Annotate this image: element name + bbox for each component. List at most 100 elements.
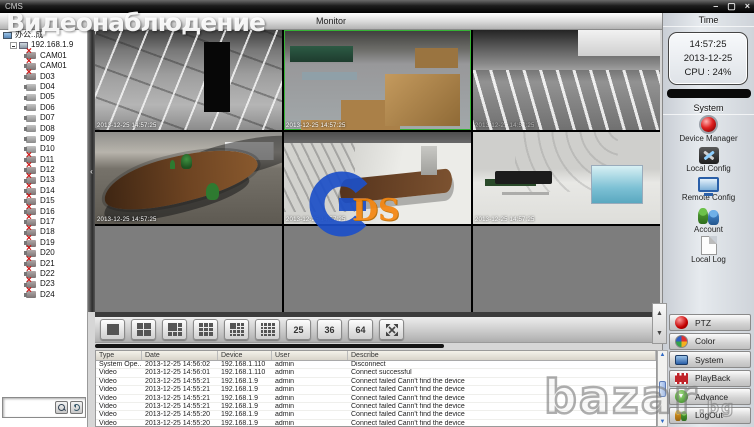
layout-13-button[interactable] — [224, 319, 249, 340]
tree-channel-d21-20[interactable]: D21 — [0, 255, 87, 269]
playback-quick-button[interactable]: PlayBack — [669, 369, 751, 387]
camera-4[interactable]: 2013-12-25 14:57:25 — [95, 132, 282, 224]
log-cell: admin — [275, 369, 295, 377]
tree-channel-d14-13[interactable]: D14 — [0, 182, 87, 196]
layout-6-button[interactable] — [162, 319, 187, 340]
tree-channel-d07-6[interactable]: D07 — [0, 113, 87, 123]
log-row-1[interactable]: System Ope... 2013-12-25 14:56:02 192.168.… — [96, 361, 656, 370]
tree-channel-d19-18[interactable]: D19 — [0, 234, 87, 248]
camera-3[interactable]: 2013-12-25 14:57:25 — [473, 30, 660, 130]
device-manager-button[interactable]: Device Manager — [663, 115, 754, 145]
collapse-expander-icon[interactable] — [10, 42, 17, 50]
color-label: Color — [695, 336, 716, 346]
layout-64-button[interactable]: 64 — [348, 319, 373, 340]
tree-channel-cam01-0[interactable]: CAM01 — [0, 47, 87, 61]
log-column-describe[interactable]: Describe — [348, 351, 656, 360]
camera-5[interactable]: 2013-12-25 14:57:25 — [284, 132, 471, 224]
tree-channel-cam01-1[interactable]: CAM01 — [0, 57, 87, 71]
log-row-2[interactable]: Video 2013-12-25 14:56:01 192.168.1.110 adm… — [96, 369, 656, 378]
local-log-button[interactable]: Local Log — [663, 235, 754, 265]
color-quick-button[interactable]: Color — [669, 332, 751, 350]
tree-channel-d13-12[interactable]: D13 — [0, 172, 87, 185]
log-row-8[interactable]: Video 2013-12-25 14:55:20 192.168.1.9 admin… — [96, 420, 656, 426]
arrow-up-icon[interactable]: ▲ — [656, 310, 663, 317]
tree-channel-d23-22[interactable]: D23 — [0, 276, 87, 289]
search-button[interactable] — [55, 401, 68, 414]
channel-label: D05 — [40, 92, 55, 102]
layout-36-button[interactable]: 36 — [317, 319, 342, 340]
tree-channel-d16-15[interactable]: D16 — [0, 203, 87, 217]
fullscreen-button[interactable] — [379, 319, 404, 340]
log-cell: Video — [99, 369, 117, 377]
tree-channel-d09-8[interactable]: D09 — [0, 134, 87, 144]
system-quick-button[interactable]: System — [669, 351, 751, 368]
close-icon[interactable]: × — [745, 0, 750, 13]
tree-channel-d08-7[interactable]: D08 — [0, 124, 87, 134]
maximize-icon[interactable]: ▢ — [727, 0, 736, 13]
channel-label: D07 — [40, 113, 55, 123]
channel-label: D23 — [40, 279, 55, 289]
tree-channel-d20-19[interactable]: D20 — [0, 244, 87, 258]
sidebar-collapse-handle[interactable]: ‹ — [88, 30, 95, 312]
tab-monitor[interactable]: Monitor — [0, 13, 662, 30]
log-column-type[interactable]: Type — [96, 351, 142, 360]
tree-channel-d12-11[interactable]: D12 — [0, 161, 87, 175]
account-button[interactable]: Account — [663, 205, 754, 235]
advance-quick-button[interactable]: Advance — [669, 388, 751, 405]
tree-channel-d11-10[interactable]: D11 — [0, 151, 87, 165]
layout-1-button[interactable] — [100, 319, 125, 340]
device-search-box[interactable] — [2, 397, 86, 418]
scroll-down-icon[interactable]: ▼ — [660, 419, 666, 425]
tree-channel-d05-4[interactable]: D05 — [0, 92, 87, 102]
empty-video-cell-3[interactable] — [473, 226, 660, 312]
log-column-device[interactable]: Device — [218, 351, 272, 360]
log-scrollbar[interactable]: ▲ ▼ — [657, 350, 668, 427]
log-row-3[interactable]: Video 2013-12-25 14:55:21 192.168.1.9 admin… — [96, 378, 656, 387]
tree-channel-d04-3[interactable]: D04 — [0, 82, 87, 92]
layout-9-button[interactable] — [193, 319, 218, 340]
layout-16-button[interactable] — [255, 319, 280, 340]
camera-1[interactable]: 2013-12-25 14:57:25 — [95, 30, 282, 130]
tree-channel-d03-2[interactable]: D03 — [0, 68, 87, 82]
log-row-6[interactable]: Video 2013-12-25 14:55:21 192.168.1.9 admin… — [96, 402, 656, 412]
tree-channel-d15-14[interactable]: D15 — [0, 192, 87, 206]
system-section-header: System — [663, 101, 754, 115]
tree-root-node[interactable]: 办公..成 — [0, 30, 87, 40]
log-cell: Video — [99, 402, 117, 410]
log-row-4[interactable]: Video 2013-12-25 14:55:21 192.168.1.9 admin… — [96, 386, 656, 395]
log-column-user[interactable]: User — [272, 351, 348, 360]
empty-video-cell-1[interactable] — [95, 226, 282, 312]
pane-splitter-bar[interactable] — [95, 344, 444, 348]
scroll-up-icon[interactable]: ▲ — [660, 352, 666, 358]
local-config-icon — [698, 147, 719, 164]
tree-channel-d22-21[interactable]: D22 — [0, 265, 87, 279]
logout-quick-button[interactable]: LogOut — [669, 406, 751, 424]
arrow-down-icon[interactable]: ▼ — [656, 330, 663, 337]
pane-collapse-control[interactable]: ▲ ▼ — [652, 303, 667, 344]
log-row-7[interactable]: Video 2013-12-25 14:55:20 192.168.1.9 admin… — [96, 411, 656, 420]
channel-label: D16 — [40, 206, 55, 216]
tree-channel-d24-23[interactable]: D24 — [0, 286, 87, 300]
layout-25-button[interactable]: 25 — [286, 319, 311, 340]
tree-channel-d18-17[interactable]: D18 — [0, 224, 87, 237]
log-cell: 192.168.1.110 — [221, 361, 266, 368]
refresh-button[interactable] — [70, 401, 83, 414]
empty-video-cell-2[interactable] — [284, 226, 471, 312]
layout-4-button[interactable] — [131, 319, 156, 340]
ptz-quick-button[interactable]: PTZ — [669, 314, 751, 331]
tree-device-node[interactable]: 192.168.1.9 — [0, 40, 87, 50]
minimize-icon[interactable]: – — [713, 0, 718, 13]
camera-6[interactable]: 2013-12-25 14:57:25 — [473, 132, 660, 224]
log-cell: Connect failed Cann't find the device — [351, 411, 465, 419]
local-config-button[interactable]: Local Config — [663, 145, 754, 175]
tree-channel-d06-5[interactable]: D06 — [0, 103, 87, 113]
scrollbar-thumb[interactable] — [659, 380, 666, 397]
tree-channel-d10-9[interactable]: D10 — [0, 144, 87, 154]
tree-channel-d17-16[interactable]: D17 — [0, 213, 87, 227]
camera-2[interactable]: 2013-12-25 14:57:25 — [284, 30, 471, 130]
log-row-5[interactable]: Video 2013-12-25 14:55:21 192.168.1.9 admin… — [96, 395, 656, 403]
search-icon — [58, 404, 65, 411]
log-cell: 192.168.1.9 — [221, 394, 258, 402]
remote-config-button[interactable]: Remote Config — [663, 175, 754, 205]
log-column-date[interactable]: Date — [142, 351, 218, 360]
